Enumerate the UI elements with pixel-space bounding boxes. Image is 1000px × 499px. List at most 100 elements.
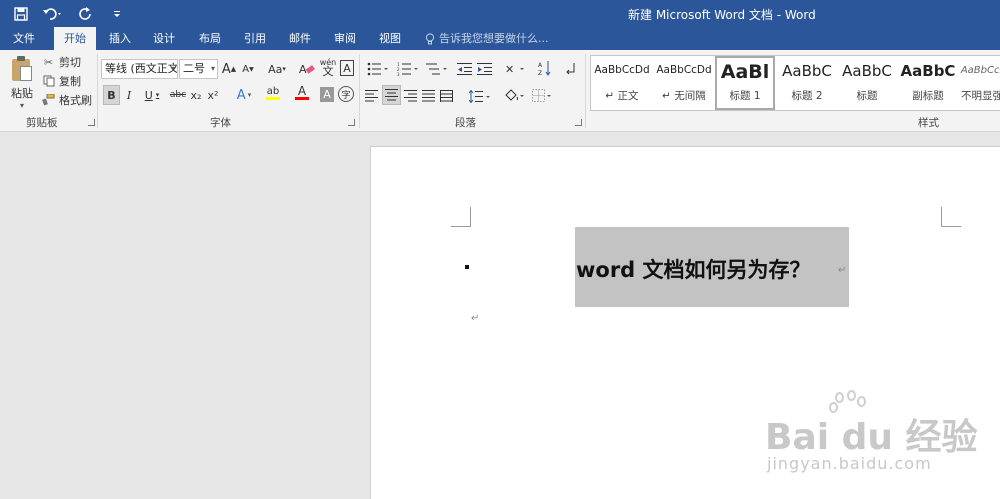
tell-me-placeholder: 告诉我您想要做什么... xyxy=(439,32,549,45)
enclose-char-button[interactable]: 字 xyxy=(338,86,354,102)
superscript-button[interactable]: x² xyxy=(206,85,220,105)
subscript-button[interactable]: x₂ xyxy=(189,85,203,105)
tab-insert[interactable]: 插入 xyxy=(100,27,140,50)
borders-button[interactable] xyxy=(530,86,556,106)
style-preview: AaBbC xyxy=(842,62,892,80)
phonetic-bottom: 文 xyxy=(322,65,334,78)
clear-format-button[interactable]: A xyxy=(298,59,316,79)
lightbulb-icon xyxy=(425,32,435,44)
change-case-icon: Aa xyxy=(268,62,283,76)
style-preview: AaBbCcDd xyxy=(594,64,650,76)
distributed-button[interactable] xyxy=(439,86,455,106)
enclose-char-icon: 字 xyxy=(341,90,351,101)
phonetic-guide-button[interactable]: wén 文 xyxy=(319,57,337,77)
asian-layout-button[interactable]: ✕ xyxy=(502,59,530,79)
shading-button[interactable] xyxy=(502,86,528,106)
align-right-button[interactable] xyxy=(403,86,419,106)
shrink-font-icon: A xyxy=(242,63,250,75)
format-painter-icon xyxy=(42,94,55,107)
align-center-icon xyxy=(384,89,398,101)
char-border-button[interactable]: A xyxy=(340,60,354,76)
paragraph-mark: ↵ xyxy=(471,313,480,324)
paragraph-launcher-icon[interactable] xyxy=(575,119,582,126)
sort-button[interactable]: AZ xyxy=(537,58,553,78)
increase-indent-button[interactable] xyxy=(476,59,494,79)
group-separator xyxy=(359,54,360,128)
paste-dropdown-icon[interactable]: ▾ xyxy=(8,101,36,110)
multilevel-list-button[interactable] xyxy=(423,59,451,79)
style-normal[interactable]: AaBbCcDd ↵ 正文 xyxy=(591,56,653,110)
tab-view[interactable]: 视图 xyxy=(370,27,410,50)
save-icon[interactable] xyxy=(6,3,36,24)
shrink-font-button[interactable]: A ▼ xyxy=(240,59,256,79)
format-painter-button[interactable]: 格式刷 xyxy=(42,91,92,109)
cut-button[interactable]: ✂ 剪切 xyxy=(42,53,81,71)
style-preview: AaBbCcD xyxy=(960,65,1000,76)
underline-button[interactable]: U ▾ xyxy=(139,85,165,105)
cut-label: 剪切 xyxy=(59,56,81,69)
font-launcher-icon[interactable] xyxy=(348,119,355,126)
change-case-button[interactable]: Aa ▾ xyxy=(263,59,291,79)
bullets-icon xyxy=(367,62,388,76)
ribbon: 粘贴 ▾ ✂ 剪切 复制 格式刷 剪贴板 等线 (西文正文) ▾ 二号 ▾ A ▲… xyxy=(0,50,1000,132)
paste-icon xyxy=(11,56,33,82)
clipboard-group-label: 剪贴板 xyxy=(26,117,58,129)
grow-font-button[interactable]: A ▲ xyxy=(221,59,237,79)
align-left-button[interactable] xyxy=(364,86,380,106)
subscript-icon: x₂ xyxy=(190,88,202,102)
tab-mailings[interactable]: 邮件 xyxy=(280,27,320,50)
decrease-indent-button[interactable] xyxy=(456,59,474,79)
style-subtle-emphasis[interactable]: AaBbCcD 不明显强 xyxy=(959,56,1000,110)
customize-qat-icon[interactable] xyxy=(102,3,132,24)
align-center-button[interactable] xyxy=(382,85,401,105)
style-name: 副标题 xyxy=(912,90,944,102)
tab-design[interactable]: 设计 xyxy=(144,27,184,50)
copy-label: 复制 xyxy=(59,75,81,88)
font-size-combo[interactable]: 二号 ▾ xyxy=(179,59,218,79)
style-subtitle[interactable]: AaBbC 副标题 xyxy=(897,56,959,110)
char-shading-button[interactable]: A xyxy=(320,87,334,102)
strikethrough-button[interactable]: abc xyxy=(168,85,188,105)
tab-review[interactable]: 审阅 xyxy=(325,27,365,50)
style-preview: AaBbC xyxy=(900,62,956,80)
show-marks-button[interactable] xyxy=(564,59,578,79)
redo-icon[interactable] xyxy=(70,3,100,24)
copy-button[interactable]: 复制 xyxy=(42,72,81,90)
tab-layout[interactable]: 布局 xyxy=(190,27,230,50)
font-name-combo[interactable]: 等线 (西文正文) ▾ xyxy=(101,59,178,79)
style-title[interactable]: AaBbC 标题 xyxy=(837,56,897,110)
justify-button[interactable] xyxy=(421,86,437,106)
style-heading-1[interactable]: AaBl 标题 1 xyxy=(715,56,775,110)
font-group-label: 字体 xyxy=(210,117,231,129)
font-color-icon: A xyxy=(297,84,307,98)
font-color-button[interactable]: A xyxy=(289,83,315,103)
numbering-button[interactable]: 123 xyxy=(394,59,422,79)
line-spacing-button[interactable] xyxy=(466,86,494,106)
highlight-button[interactable]: ab xyxy=(259,83,287,103)
tab-home[interactable]: 开始 xyxy=(54,27,96,50)
document-heading[interactable]: word 文档如何另为存？ xyxy=(576,254,811,284)
font-name-value: 等线 (西文正文) xyxy=(105,62,178,75)
styles-gallery: AaBbCcDd ↵ 正文 AaBbCcDd ↵ 无间隔 AaBl 标题 1 A… xyxy=(590,55,1000,111)
eraser-icon: A xyxy=(299,63,315,76)
tab-file[interactable]: 文件 xyxy=(4,27,44,50)
title-bar: 新建 Microsoft Word 文档 - Word xyxy=(0,0,1000,27)
tab-references[interactable]: 引用 xyxy=(235,27,275,50)
tell-me-box[interactable]: 告诉我您想要做什么... xyxy=(425,27,549,50)
grow-font-icon: A xyxy=(221,61,231,77)
style-name: 标题 2 xyxy=(791,90,823,102)
underline-icon: U xyxy=(144,88,153,102)
bullets-button[interactable] xyxy=(364,59,392,79)
italic-button[interactable]: I xyxy=(122,85,136,105)
bold-button[interactable]: B xyxy=(103,85,120,105)
paste-button[interactable]: 粘贴 ▾ xyxy=(8,56,36,112)
style-preview: AaBl xyxy=(720,61,770,83)
style-no-spacing[interactable]: AaBbCcDd ↵ 无间隔 xyxy=(653,56,715,110)
bold-icon: B xyxy=(107,88,116,102)
style-name: 标题 1 xyxy=(729,90,761,102)
quick-access-toolbar xyxy=(6,3,132,24)
style-heading-2[interactable]: AaBbC 标题 2 xyxy=(777,56,837,110)
text-effects-button[interactable]: A ▾ xyxy=(231,85,257,105)
undo-icon[interactable] xyxy=(38,3,68,24)
clipboard-launcher-icon[interactable] xyxy=(88,119,95,126)
